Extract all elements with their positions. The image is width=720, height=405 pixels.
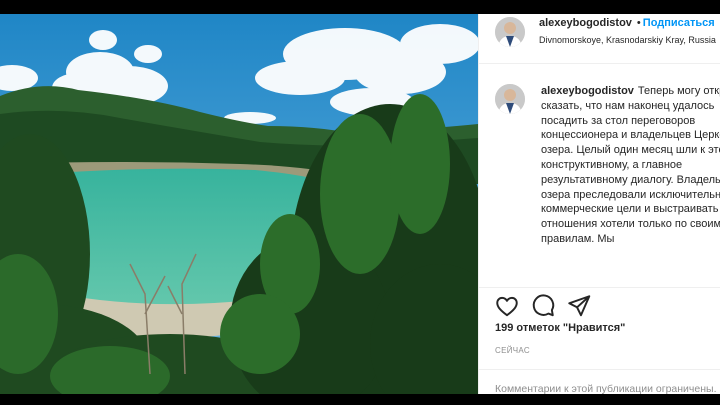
caption-username[interactable]: alexeybogodistov <box>541 85 634 97</box>
post-side-panel: alexeybogodistov • Подписаться Divnomorsko… <box>478 14 720 394</box>
divider <box>479 287 720 288</box>
avatar[interactable] <box>495 17 525 47</box>
follow-button[interactable]: Подписаться <box>643 17 715 29</box>
separator-dot: • <box>636 17 641 29</box>
caption-body: Теперь могу открыто сказать, что нам нак… <box>541 85 720 245</box>
location-link[interactable]: Divnomorskoye, Krasnodarskiy Kray, Russi… <box>539 35 716 45</box>
divider <box>479 369 720 370</box>
header-username-row: alexeybogodistov • Подписаться <box>539 17 715 29</box>
post-timestamp[interactable]: СЕЙЧАС <box>495 346 530 355</box>
share-icon <box>568 295 591 317</box>
post-photo <box>0 14 478 394</box>
comment-button[interactable] <box>530 293 556 319</box>
heart-icon <box>496 296 518 317</box>
like-button[interactable] <box>494 293 520 319</box>
comments-restricted-notice: Комментарии к этой публикации ограничены… <box>495 383 717 394</box>
username-link[interactable]: alexeybogodistov <box>539 17 632 29</box>
share-button[interactable] <box>566 293 592 319</box>
caption-text: alexeybogodistovТеперь могу открыто сказ… <box>541 84 720 247</box>
avatar[interactable] <box>495 84 525 114</box>
caption-block: alexeybogodistovТеперь могу открыто сказ… <box>479 77 720 286</box>
likes-count[interactable]: 199 отметок "Нравится" <box>495 322 625 334</box>
post-header: alexeybogodistov • Подписаться Divnomorsko… <box>479 14 720 64</box>
comment-icon <box>532 294 555 317</box>
